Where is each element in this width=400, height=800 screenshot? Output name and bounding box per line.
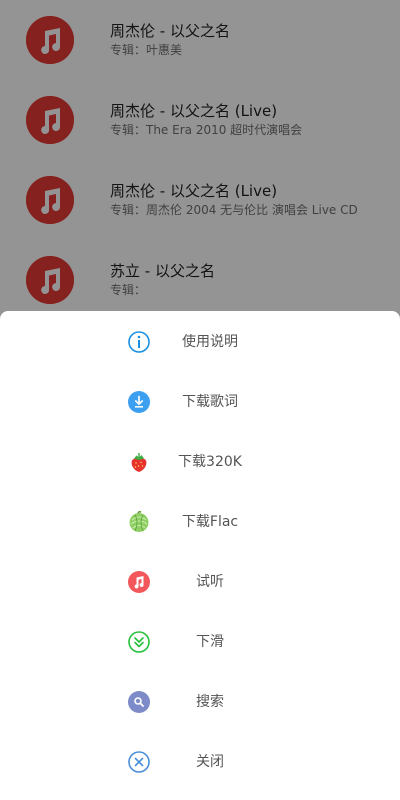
menu-item-scroll-down[interactable]: 下滑: [0, 611, 400, 671]
info-icon: [127, 330, 151, 354]
menu-item-close[interactable]: 关闭: [0, 731, 400, 791]
menu-item-label: 下载Flac: [181, 514, 239, 530]
menu-item-label: 下载320K: [178, 454, 242, 470]
menu-item-download-lyrics[interactable]: 下载歌词: [0, 371, 400, 431]
melon-icon: [127, 510, 151, 534]
double-chevron-down-icon: [127, 630, 151, 654]
menu-item-label: 搜索: [196, 694, 224, 710]
menu-item-search[interactable]: 搜索: [0, 671, 400, 731]
menu-item-label: 关闭: [196, 754, 224, 770]
menu-item-instructions[interactable]: 使用说明: [0, 311, 400, 371]
menu-item-download-flac[interactable]: 下载Flac: [0, 491, 400, 551]
screen: 周杰伦 - 以父之名 专辑：叶惠美 周杰伦 - 以父之名 (Live) 专辑：T…: [0, 0, 400, 800]
menu-item-label: 使用说明: [182, 334, 238, 350]
strawberry-icon: [127, 450, 151, 474]
music-note-icon: [127, 570, 151, 594]
close-icon: [127, 750, 151, 774]
menu-item-label: 试听: [196, 574, 224, 590]
download-icon: [127, 390, 151, 414]
search-icon: [127, 690, 151, 714]
action-bottom-sheet: 使用说明 下载歌词 下载320K 下载Flac 试听 下滑 搜索 关闭: [0, 311, 400, 800]
menu-item-preview[interactable]: 试听: [0, 551, 400, 611]
menu-item-label: 下滑: [196, 634, 224, 650]
menu-item-download-320k[interactable]: 下载320K: [0, 431, 400, 491]
menu-item-label: 下载歌词: [182, 394, 238, 410]
